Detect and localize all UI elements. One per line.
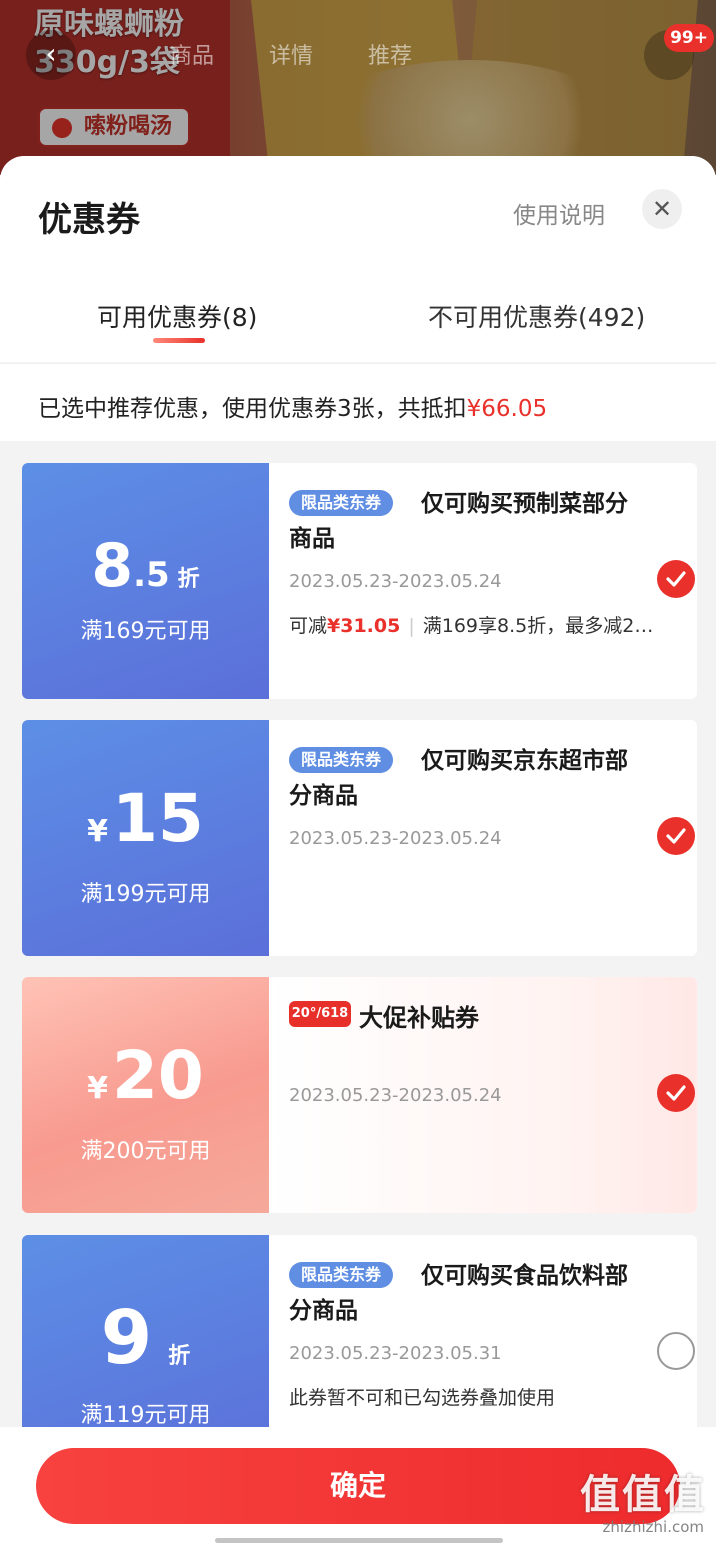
coupon-tag: 限品类东券 (289, 490, 394, 516)
coupon-tag-618: 20°/618 (289, 1001, 351, 1027)
coupon-checkbox-checked[interactable] (657, 560, 695, 598)
sheet-title: 优惠券 (38, 200, 140, 240)
coupon-value-panel: 8.5 折 满169元可用 (22, 463, 269, 699)
coupon-tag: 限品类东券 (289, 747, 394, 773)
coupon-validity: 2023.05.23-2023.05.24 (289, 828, 502, 849)
sheet-header: 优惠券 使用说明 ✕ 可用优惠券(8) 不可用优惠券(492) (0, 156, 716, 362)
close-button[interactable]: ✕ (642, 189, 682, 229)
coupon-details: 仅可购买预制菜部分商品 限品类东券 2023.05.23-2023.05.24 … (269, 463, 697, 699)
coupon-value: 9折 (100, 1295, 191, 1381)
checkmark-icon (666, 1085, 686, 1101)
coupon-condition: 满199元可用 (80, 882, 211, 907)
product-header-background: 原味螺蛳粉 330g/3袋 嗦粉喝汤 ‹ 商品 详情 推荐 99+ (0, 0, 716, 175)
close-icon: ✕ (651, 195, 673, 223)
checkmark-icon (666, 571, 686, 587)
coupon-condition: 满119元可用 (80, 1403, 211, 1428)
tab-unavailable-coupons[interactable]: 不可用优惠券(492) (428, 298, 645, 334)
coupon-validity: 2023.05.23-2023.05.24 (289, 571, 502, 592)
coupon-value: ¥15 (87, 780, 204, 857)
coupon-tag: 限品类东券 (289, 1262, 394, 1288)
coupon-card[interactable]: 8.5 折 满169元可用 仅可购买预制菜部分商品 限品类东券 2023.05.2… (22, 463, 697, 699)
coupon-card[interactable]: ¥15 满199元可用 仅可购买京东超市部分商品 限品类东券 2023.05.2… (22, 720, 697, 956)
coupon-card-promo[interactable]: ¥20 满200元可用 大促补贴券 20°/618 2023.05.23-202… (22, 977, 697, 1213)
product-tab: 商品 (170, 44, 215, 69)
coupon-validity: 2023.05.23-2023.05.24 (289, 1085, 502, 1106)
back-button[interactable]: ‹ (26, 30, 76, 80)
coupon-note: 此券暂不可和已勾选券叠加使用 (289, 1387, 556, 1409)
coupon-condition: 满169元可用 (80, 619, 211, 644)
coupon-details: 大促补贴券 20°/618 2023.05.23-2023.05.24 (269, 977, 697, 1213)
coupon-note: 可减¥31.05 | 满169享8.5折，最多减2… (289, 615, 654, 637)
active-tab-indicator (153, 338, 205, 343)
home-indicator (215, 1538, 503, 1543)
product-nav-tabs: 商品 详情 推荐 (170, 38, 460, 70)
product-tab: 详情 (269, 44, 314, 69)
coupon-checkbox-checked[interactable] (657, 1074, 695, 1112)
coupon-checkbox-unchecked[interactable] (657, 1332, 695, 1370)
tab-available-coupons[interactable]: 可用优惠券(8) (97, 298, 257, 334)
coupon-condition: 满200元可用 (80, 1139, 211, 1164)
coupon-value: ¥20 (87, 1037, 204, 1114)
coupon-checkbox-checked[interactable] (657, 817, 695, 855)
coupon-value: 8.5 折 (91, 531, 200, 601)
summary-text: 已选中推荐优惠，使用优惠券3张，共抵扣¥66.05 (38, 396, 548, 422)
product-tab: 推荐 (368, 44, 413, 69)
coupon-validity: 2023.05.23-2023.05.31 (289, 1343, 502, 1364)
coupon-value-panel: ¥20 满200元可用 (22, 977, 269, 1213)
coupon-details: 仅可购买京东超市部分商品 限品类东券 2023.05.23-2023.05.24 (269, 720, 697, 956)
watermark-logo: 值值值 (580, 1472, 706, 1518)
coupon-value-panel: ¥15 满199元可用 (22, 720, 269, 956)
cart-badge: 99+ (664, 24, 714, 52)
checkmark-icon (666, 828, 686, 844)
discount-summary: 已选中推荐优惠，使用优惠券3张，共抵扣¥66.05 (0, 363, 716, 441)
watermark-url: zhizhizhi.com (602, 1518, 704, 1536)
modal-overlay[interactable] (0, 0, 716, 175)
coupon-sheet: 优惠券 使用说明 ✕ 可用优惠券(8) 不可用优惠券(492) 已选中推荐优惠，… (0, 156, 716, 1548)
usage-instructions-link[interactable]: 使用说明 (513, 196, 605, 230)
summary-amount: ¥66.05 (466, 396, 548, 422)
